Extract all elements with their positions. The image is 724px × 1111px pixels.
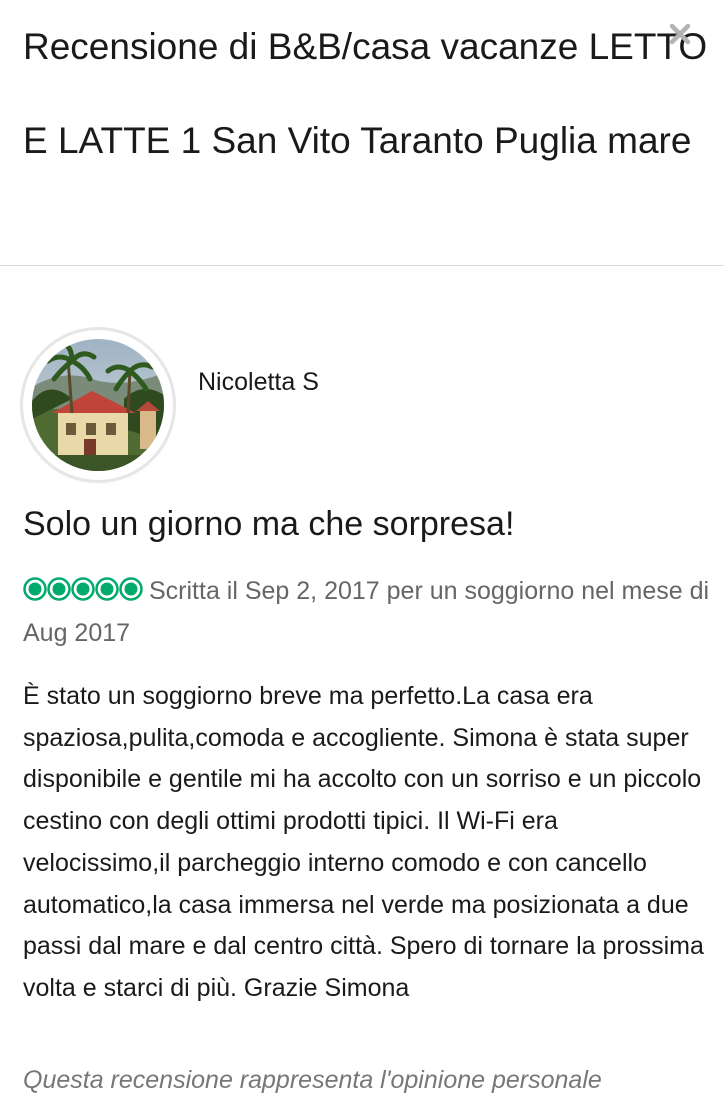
rating-bubble-fill (76, 582, 90, 596)
review-body: È stato un soggiorno breve ma perfetto.L… (23, 682, 704, 1002)
reviewer-name[interactable]: Nicoletta S (198, 368, 319, 397)
rating-bubbles (23, 577, 143, 601)
close-icon[interactable] (668, 22, 692, 46)
rating-bubble-fill (100, 582, 114, 596)
page-title: Recensione di B&B/casa vacanze LETTO E L… (23, 26, 708, 161)
review-meta: Scritta il Sep 2, 2017 per un soggiorno … (23, 570, 713, 654)
close-button[interactable] (660, 14, 700, 54)
dialog-header: Recensione di B&B/casa vacanze LETTO E L… (0, 0, 724, 266)
rating-bubble-fill (52, 582, 66, 596)
rating-bubble-fill (124, 582, 138, 596)
avatar-photo-icon (32, 339, 164, 471)
avatar[interactable] (23, 330, 173, 480)
review-title: Solo un giorno ma che sorpresa! (23, 505, 515, 543)
review-disclaimer: Questa recensione rappresenta l'opinione… (23, 1066, 602, 1094)
rating-bubble-fill (28, 582, 42, 596)
